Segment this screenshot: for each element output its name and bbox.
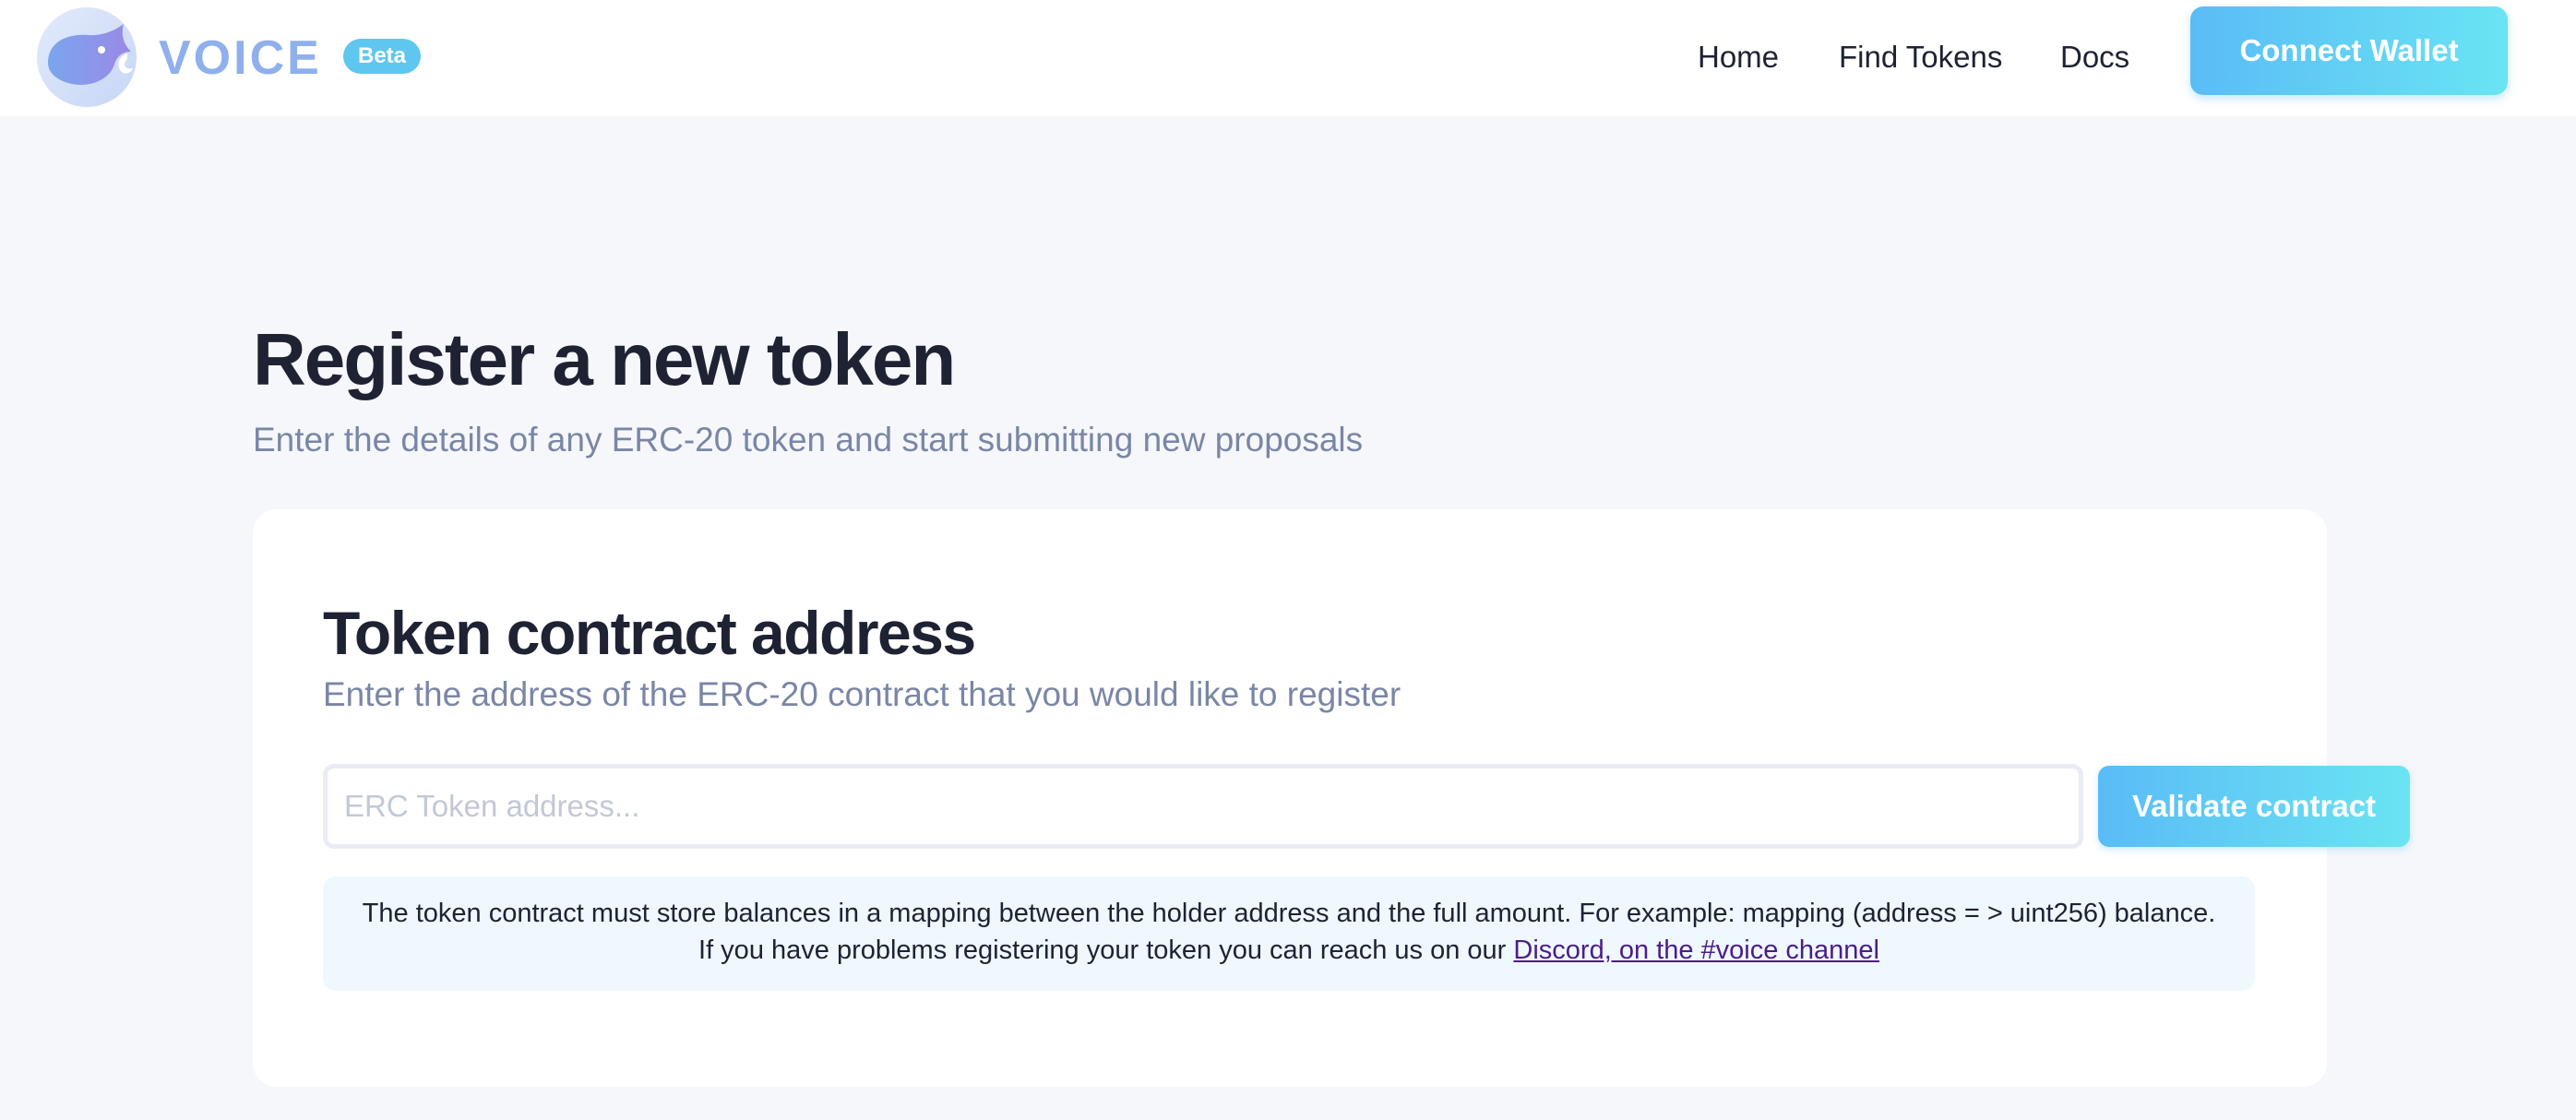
card-title: Token contract address — [323, 599, 976, 667]
card-subtitle: Enter the address of the ERC-20 contract… — [323, 675, 1401, 713]
connect-wallet-button[interactable]: Connect Wallet — [2190, 6, 2508, 95]
info-line-mapping: The token contract must store balances i… — [362, 899, 2216, 928]
nav-docs-link[interactable]: Docs — [2060, 33, 2129, 81]
info-line-help: If you have problems registering your to… — [323, 932, 2255, 969]
token-address-card: Token contract address Enter the address… — [253, 509, 2410, 1087]
token-address-input[interactable] — [323, 764, 2083, 849]
nav-home-link[interactable]: Home — [1698, 33, 1779, 81]
info-notice: The token contract must store balances i… — [323, 876, 2255, 991]
info-help-text: If you have problems registering your to… — [698, 935, 1514, 965]
discord-link[interactable]: Discord, on the #voice channel — [1513, 935, 1879, 965]
validate-contract-button[interactable]: Validate contract — [2098, 766, 2410, 847]
page-subtitle: Enter the details of any ERC-20 token an… — [253, 421, 1364, 459]
page-title: Register a new token — [253, 318, 956, 400]
top-navbar: VOICE Beta Home Find Tokens Docs Connect… — [0, 0, 2576, 116]
nav-find-tokens-link[interactable]: Find Tokens — [1839, 33, 2002, 81]
